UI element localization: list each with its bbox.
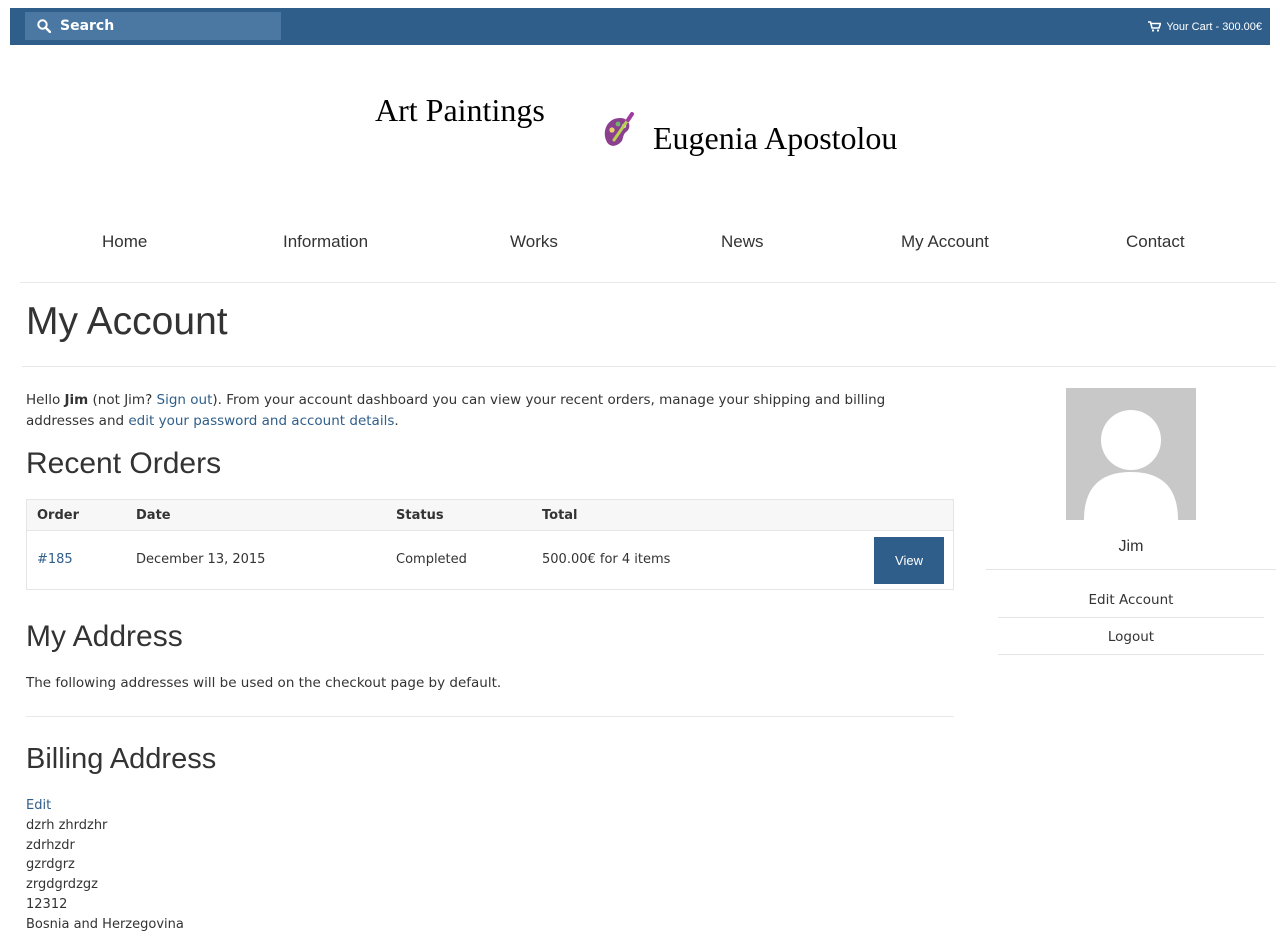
address-line: gzrdgrz	[26, 857, 75, 873]
address-line: dzrh zhrdzhr	[26, 817, 108, 833]
view-order-button[interactable]: View	[874, 537, 944, 584]
avatar	[1066, 388, 1196, 520]
address-line: 12312	[26, 896, 68, 912]
order-status: Completed	[396, 552, 467, 567]
top-strip	[0, 0, 1280, 8]
divider	[998, 617, 1264, 618]
main-nav: Home Information Works News My Account C…	[20, 220, 1276, 283]
order-number-link[interactable]: #185	[37, 552, 73, 567]
address-line: Bosnia and Herzegovina	[26, 916, 184, 932]
account-intro: Hello Jim (not Jim? Sign out). From your…	[26, 390, 946, 432]
my-address-heading: My Address	[26, 620, 183, 653]
column-header: Status	[396, 508, 444, 523]
column-header: Date	[136, 508, 171, 523]
orders-table: Order Date Status Total #185 December 13…	[26, 499, 954, 590]
address-line: zrgdgrdzgz	[26, 877, 98, 893]
column-header: Total	[542, 508, 578, 523]
search-placeholder: Search	[60, 18, 115, 34]
nav-item-contact[interactable]: Contact	[1126, 232, 1185, 252]
divider	[26, 716, 954, 717]
order-date: December 13, 2015	[136, 552, 266, 567]
logo-text-left: Art Paintings	[375, 92, 545, 128]
edit-details-link[interactable]: edit your password and account details	[128, 413, 394, 429]
divider	[986, 569, 1276, 570]
recent-orders-heading: Recent Orders	[26, 447, 222, 480]
search-input[interactable]: Search	[25, 12, 281, 40]
edit-account-link[interactable]: Edit Account	[998, 592, 1264, 608]
cart-link[interactable]: Your Cart - 300.00€	[1148, 8, 1262, 45]
billing-address: Edit dzrh zhrdzhr zdrhzdr gzrdgrz zrgdgr…	[26, 796, 184, 935]
logo-text-right: Eugenia Apostolou	[653, 120, 898, 156]
logout-link[interactable]: Logout	[998, 629, 1264, 645]
intro-end: .	[394, 413, 399, 429]
nav-item-home[interactable]: Home	[102, 232, 147, 252]
table-header: Order Date Status Total	[27, 500, 953, 531]
nav-item-works[interactable]: Works	[510, 232, 558, 252]
intro-username: Jim	[64, 392, 89, 408]
sign-out-link[interactable]: Sign out	[157, 392, 213, 408]
intro-hello: Hello	[26, 392, 61, 408]
address-line: zdrhzdr	[26, 837, 75, 853]
edit-address-link[interactable]: Edit	[26, 798, 51, 813]
table-row: #185 December 13, 2015 Completed 500.00€…	[27, 530, 953, 590]
column-header: Order	[37, 508, 79, 523]
search-icon	[37, 19, 51, 33]
divider	[22, 366, 1276, 367]
billing-address-heading: Billing Address	[26, 743, 217, 775]
sidebar-username: Jim	[1118, 538, 1144, 555]
address-description: The following addresses will be used on …	[26, 675, 502, 691]
nav-item-information[interactable]: Information	[283, 232, 368, 252]
page-title: My Account	[26, 300, 228, 343]
cart-label: Your Cart - 300.00€	[1166, 20, 1262, 33]
nav-item-news[interactable]: News	[721, 232, 764, 252]
order-total: 500.00€ for 4 items	[542, 552, 671, 567]
intro-not-user: (not Jim?	[92, 392, 153, 408]
site-logo[interactable]: Art Paintings Eugenia Apostolou	[375, 92, 975, 172]
nav-item-my-account[interactable]: My Account	[901, 232, 989, 252]
cart-icon	[1148, 21, 1162, 32]
user-placeholder-icon	[1084, 410, 1178, 520]
divider	[998, 654, 1264, 655]
top-bar: Search Your Cart - 300.00€	[10, 8, 1270, 45]
palette-icon	[604, 112, 634, 146]
